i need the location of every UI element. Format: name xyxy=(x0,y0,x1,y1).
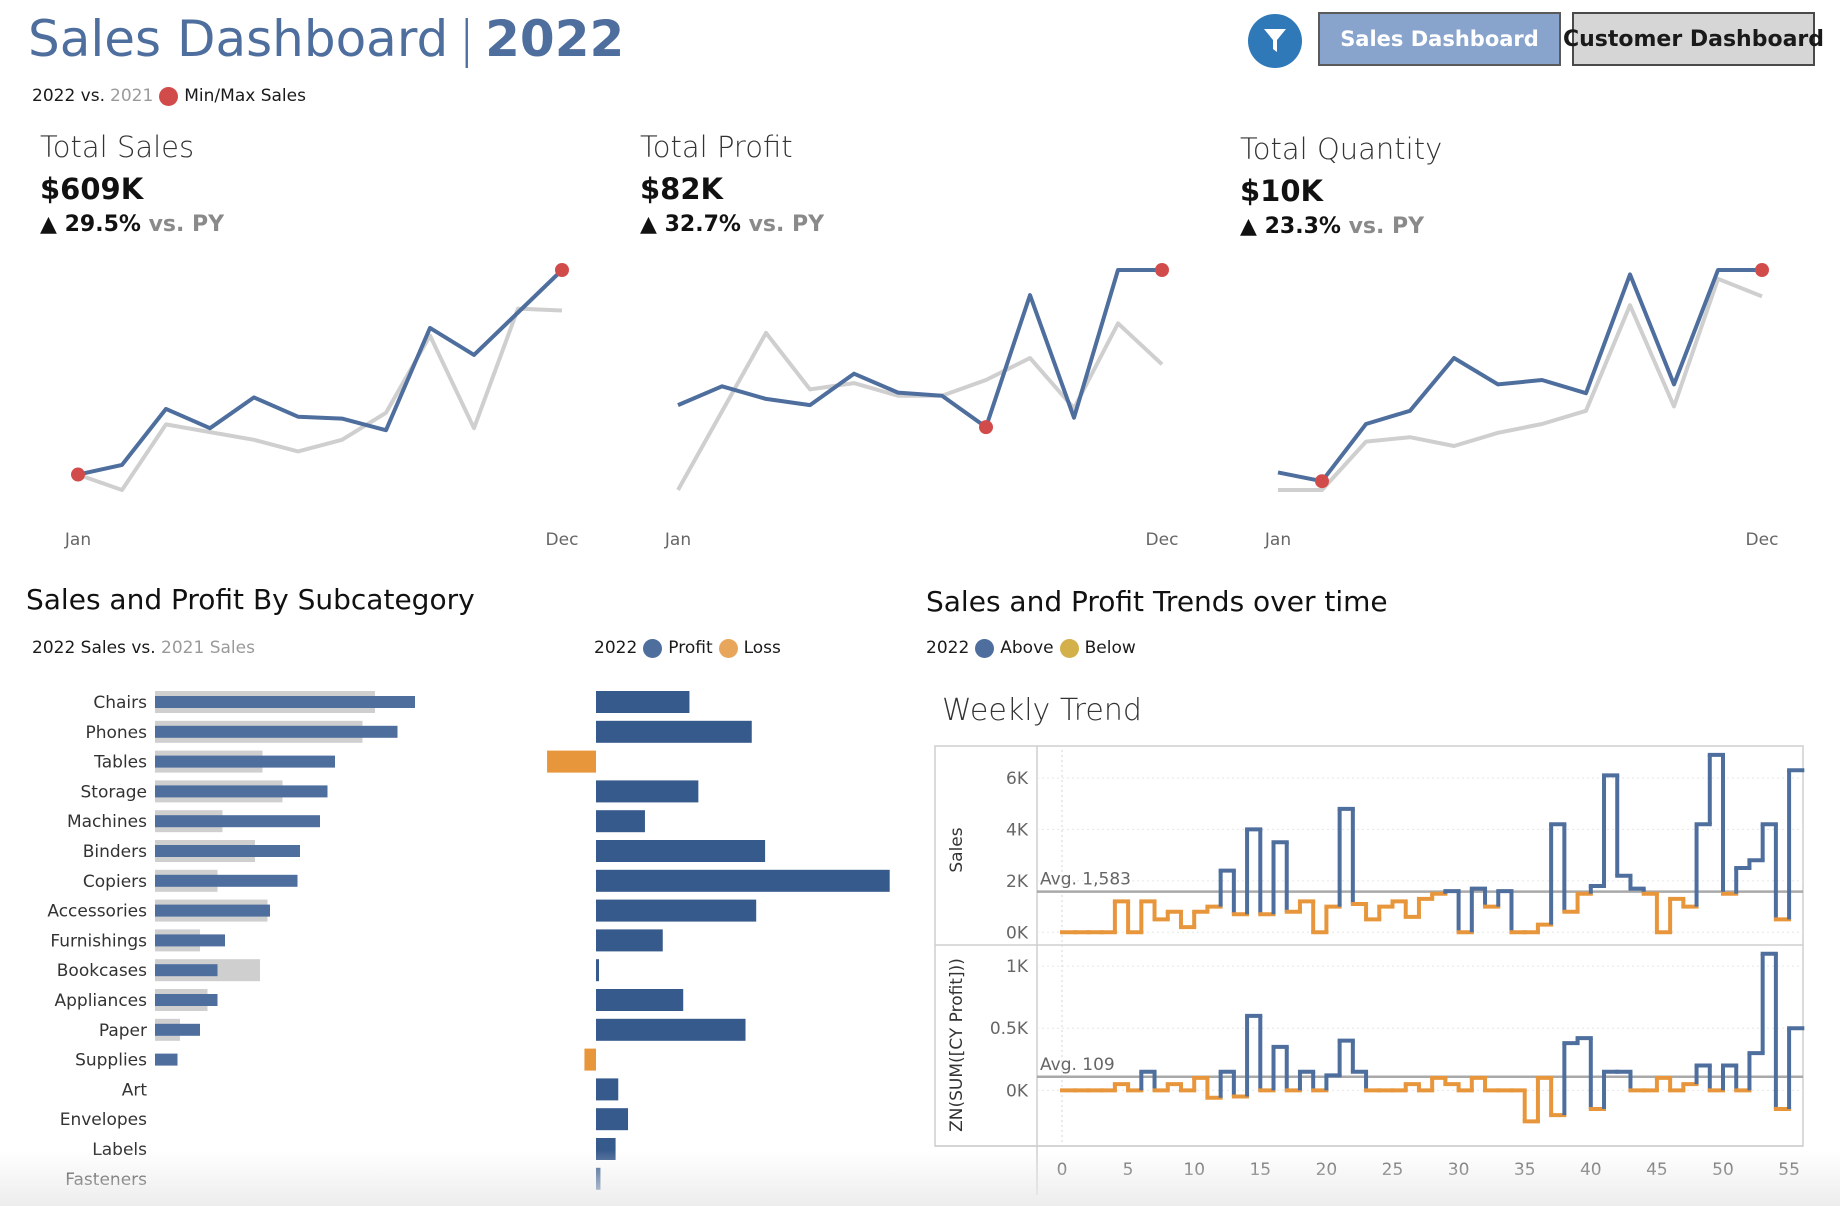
x-tick-label: 40 xyxy=(1580,1160,1602,1180)
x-tick-label: 50 xyxy=(1712,1160,1734,1180)
y-tick-label: 6K xyxy=(1006,769,1029,789)
x-tick-label: 15 xyxy=(1249,1160,1271,1180)
x-tick-label: 20 xyxy=(1316,1160,1338,1180)
average-label: Avg. 109 xyxy=(1040,1055,1115,1075)
x-tick-label: 25 xyxy=(1382,1160,1404,1180)
average-label: Avg. 1,583 xyxy=(1040,870,1131,890)
x-tick-label: 10 xyxy=(1183,1160,1205,1180)
y-tick-label: 0K xyxy=(1006,1081,1029,1101)
y-tick-label: 4K xyxy=(1006,820,1029,840)
x-tick-label: 55 xyxy=(1778,1160,1800,1180)
x-tick-label: 35 xyxy=(1514,1160,1536,1180)
chart-frame xyxy=(934,745,1804,1147)
x-tick-label: 0 xyxy=(1057,1160,1068,1180)
x-tick-label: 5 xyxy=(1123,1160,1134,1180)
y-tick-label: 0K xyxy=(1006,923,1029,943)
x-tick-label: 45 xyxy=(1646,1160,1668,1180)
y-axis-title: ZN(SUM([CY Profit])) xyxy=(947,958,967,1132)
y-axis-title: Sales xyxy=(947,827,967,872)
y-tick-label: 1K xyxy=(1006,957,1029,977)
y-tick-label: 2K xyxy=(1006,872,1029,892)
x-tick-label: 30 xyxy=(1448,1160,1470,1180)
y-tick-label: 0.5K xyxy=(990,1019,1029,1039)
weekly-trend-chart: 0K 2K 4K 6K Sales Avg. 1,583 0K 0.5K 1K ZN(SUM([C… xyxy=(934,745,1805,1195)
